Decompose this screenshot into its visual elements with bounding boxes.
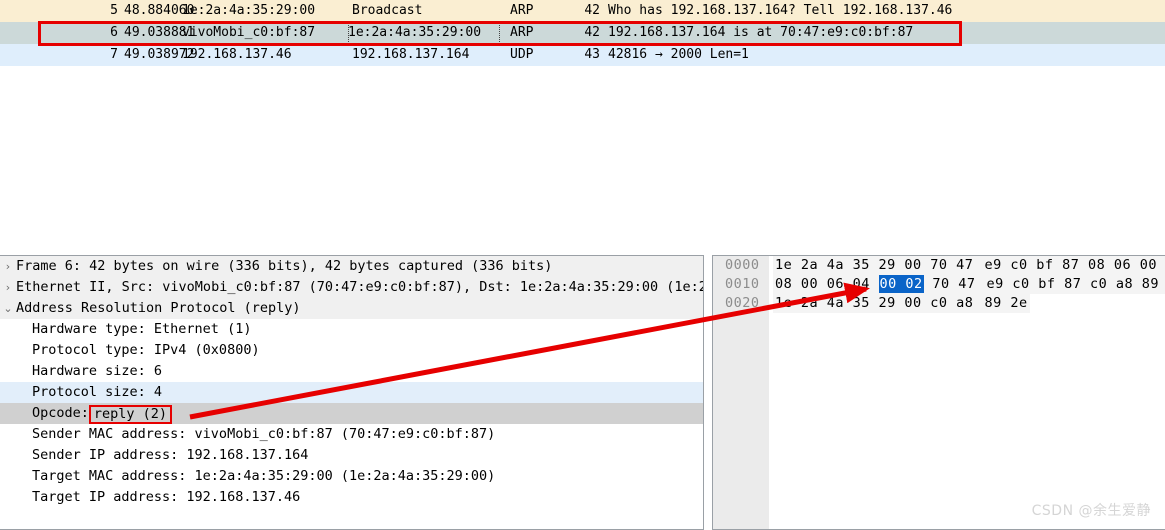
hex-bytes-group-2: e9 c0 bf 87 08 06 00 01 (984, 257, 1165, 273)
packet-destination-focused[interactable]: 1e:2a:4a:35:29:00 (348, 22, 500, 44)
tree-item-label: Protocol type: IPv4 (0x0800) (32, 342, 260, 358)
packet-length: 42 (584, 25, 600, 40)
tree-item-hardware-type[interactable]: Hardware type: Ethernet (1) (0, 319, 703, 340)
hex-bytes-after-highlight: 70 47 (923, 276, 976, 292)
packet-list-row[interactable]: 5 48.884060 1e:2a:4a:35:29:00 Broadcast … (0, 0, 1165, 22)
tree-item-label: Target IP address: 192.168.137.46 (32, 489, 301, 505)
packet-info: 42816 → 2000 Len=1 (608, 47, 749, 62)
packet-details-pane[interactable]: › Frame 6: 42 bytes on wire (336 bits), 4… (0, 255, 704, 530)
packet-source: vivoMobi_c0:bf:87 (182, 25, 316, 40)
tree-item-protocol-size[interactable]: Protocol size: 4 (0, 382, 703, 403)
hex-bytes-before-highlight: 08 00 06 04 (775, 276, 879, 292)
tree-item-hardware-size[interactable]: Hardware size: 6 (0, 361, 703, 382)
tree-item-label: Target MAC address: 1e:2a:4a:35:29:00 (1… (32, 468, 496, 484)
packet-source: 192.168.137.46 (182, 47, 292, 62)
chevron-right-icon[interactable]: › (0, 277, 16, 298)
packet-bytes-pane[interactable]: 0000 1e 2a 4a 35 29 00 70 47 e9 c0 bf 87 … (712, 255, 1165, 530)
hex-row-highlighted[interactable]: 0010 08 00 06 04 00 02 70 47 e9 c0 bf 87 … (713, 275, 1165, 294)
tree-item-label: Frame 6: 42 bytes on wire (336 bits), 42… (16, 258, 553, 274)
watermark-text: CSDN @余生爱静 (1031, 503, 1151, 519)
chevron-right-icon[interactable]: › (0, 256, 16, 277)
packet-length: 42 (584, 3, 600, 18)
tree-item-opcode[interactable]: Opcode: reply (2) (0, 403, 703, 424)
hex-bytes-selected-opcode[interactable]: 00 02 (878, 275, 924, 293)
hex-bytes-group-2: e9 c0 bf 87 c0 a8 89 a4 (986, 276, 1165, 292)
tree-item-sender-mac[interactable]: Sender MAC address: vivoMobi_c0:bf:87 (7… (0, 424, 703, 445)
chevron-down-icon[interactable]: ⌄ (0, 298, 16, 319)
tree-item-protocol-type[interactable]: Protocol type: IPv4 (0x0800) (0, 340, 703, 361)
packet-source: 1e:2a:4a:35:29:00 (182, 3, 316, 18)
tree-item-label: Protocol size: 4 (32, 384, 163, 400)
hex-bytes-group-2: 89 2e (984, 295, 1028, 311)
hex-offset: 0010 (725, 276, 760, 292)
hex-row[interactable]: 0020 1e 2a 4a 35 29 00 c0 a8 89 2e (713, 294, 1165, 313)
hex-bytes[interactable]: 1e 2a 4a 35 29 00 c0 a8 89 2e (773, 294, 1030, 313)
tree-item-target-ip[interactable]: Target IP address: 192.168.137.46 (0, 487, 703, 508)
packet-no: 5 (110, 3, 118, 18)
tree-item-ethernet[interactable]: › Ethernet II, Src: vivoMobi_c0:bf:87 (70… (0, 277, 703, 298)
packet-destination: Broadcast (352, 3, 423, 18)
packet-list-pane[interactable]: 5 48.884060 1e:2a:4a:35:29:00 Broadcast … (0, 0, 1165, 252)
tree-item-label: Sender IP address: 192.168.137.164 (32, 447, 309, 463)
tree-item-arp[interactable]: ⌄ Address Resolution Protocol (reply) (0, 298, 703, 319)
tree-item-label: Address Resolution Protocol (reply) (16, 300, 301, 316)
packet-info: Who has 192.168.137.164? Tell 192.168.13… (608, 3, 953, 18)
opcode-value-highlight: reply (2) (88, 405, 173, 424)
packet-protocol: UDP (510, 47, 534, 62)
hex-bytes[interactable]: 1e 2a 4a 35 29 00 70 47 e9 c0 bf 87 08 06… (773, 256, 1165, 275)
packet-no: 6 (110, 25, 118, 40)
hex-bytes-group-1: 1e 2a 4a 35 29 00 c0 a8 (775, 295, 974, 311)
packet-protocol: ARP (510, 25, 534, 40)
packet-no: 7 (110, 47, 118, 62)
tree-item-label: Ethernet II, Src: vivoMobi_c0:bf:87 (70:… (16, 279, 704, 295)
packet-length: 43 (584, 47, 600, 62)
tree-item-label: Opcode: (32, 405, 89, 421)
packet-info: 192.168.137.164 is at 70:47:e9:c0:bf:87 (608, 25, 914, 40)
packet-list-row[interactable]: 7 49.038972 192.168.137.46 192.168.137.1… (0, 44, 1165, 66)
tree-item-label: Hardware type: Ethernet (1) (32, 321, 252, 337)
packet-protocol: ARP (510, 3, 534, 18)
hex-row[interactable]: 0000 1e 2a 4a 35 29 00 70 47 e9 c0 bf 87 … (713, 256, 1165, 275)
hex-bytes-group-1: 1e 2a 4a 35 29 00 70 47 (775, 257, 974, 273)
packet-destination: 192.168.137.164 (352, 47, 470, 62)
packet-list-row-selected[interactable]: 6 49.038881 vivoMobi_c0:bf:87 1e:2a:4a:3… (0, 22, 1165, 44)
tree-item-label: Hardware size: 6 (32, 363, 163, 379)
hex-bytes[interactable]: 08 00 06 04 00 02 70 47 e9 c0 bf 87 c0 a8… (773, 275, 1165, 294)
tree-item-frame[interactable]: › Frame 6: 42 bytes on wire (336 bits), 4… (0, 256, 703, 277)
hex-offset: 0020 (725, 295, 760, 311)
tree-item-sender-ip[interactable]: Sender IP address: 192.168.137.164 (0, 445, 703, 466)
tree-item-label: Sender MAC address: vivoMobi_c0:bf:87 (7… (32, 426, 496, 442)
packet-list-empty-area (0, 70, 1165, 252)
hex-offset: 0000 (725, 257, 760, 273)
tree-item-target-mac[interactable]: Target MAC address: 1e:2a:4a:35:29:00 (1… (0, 466, 703, 487)
